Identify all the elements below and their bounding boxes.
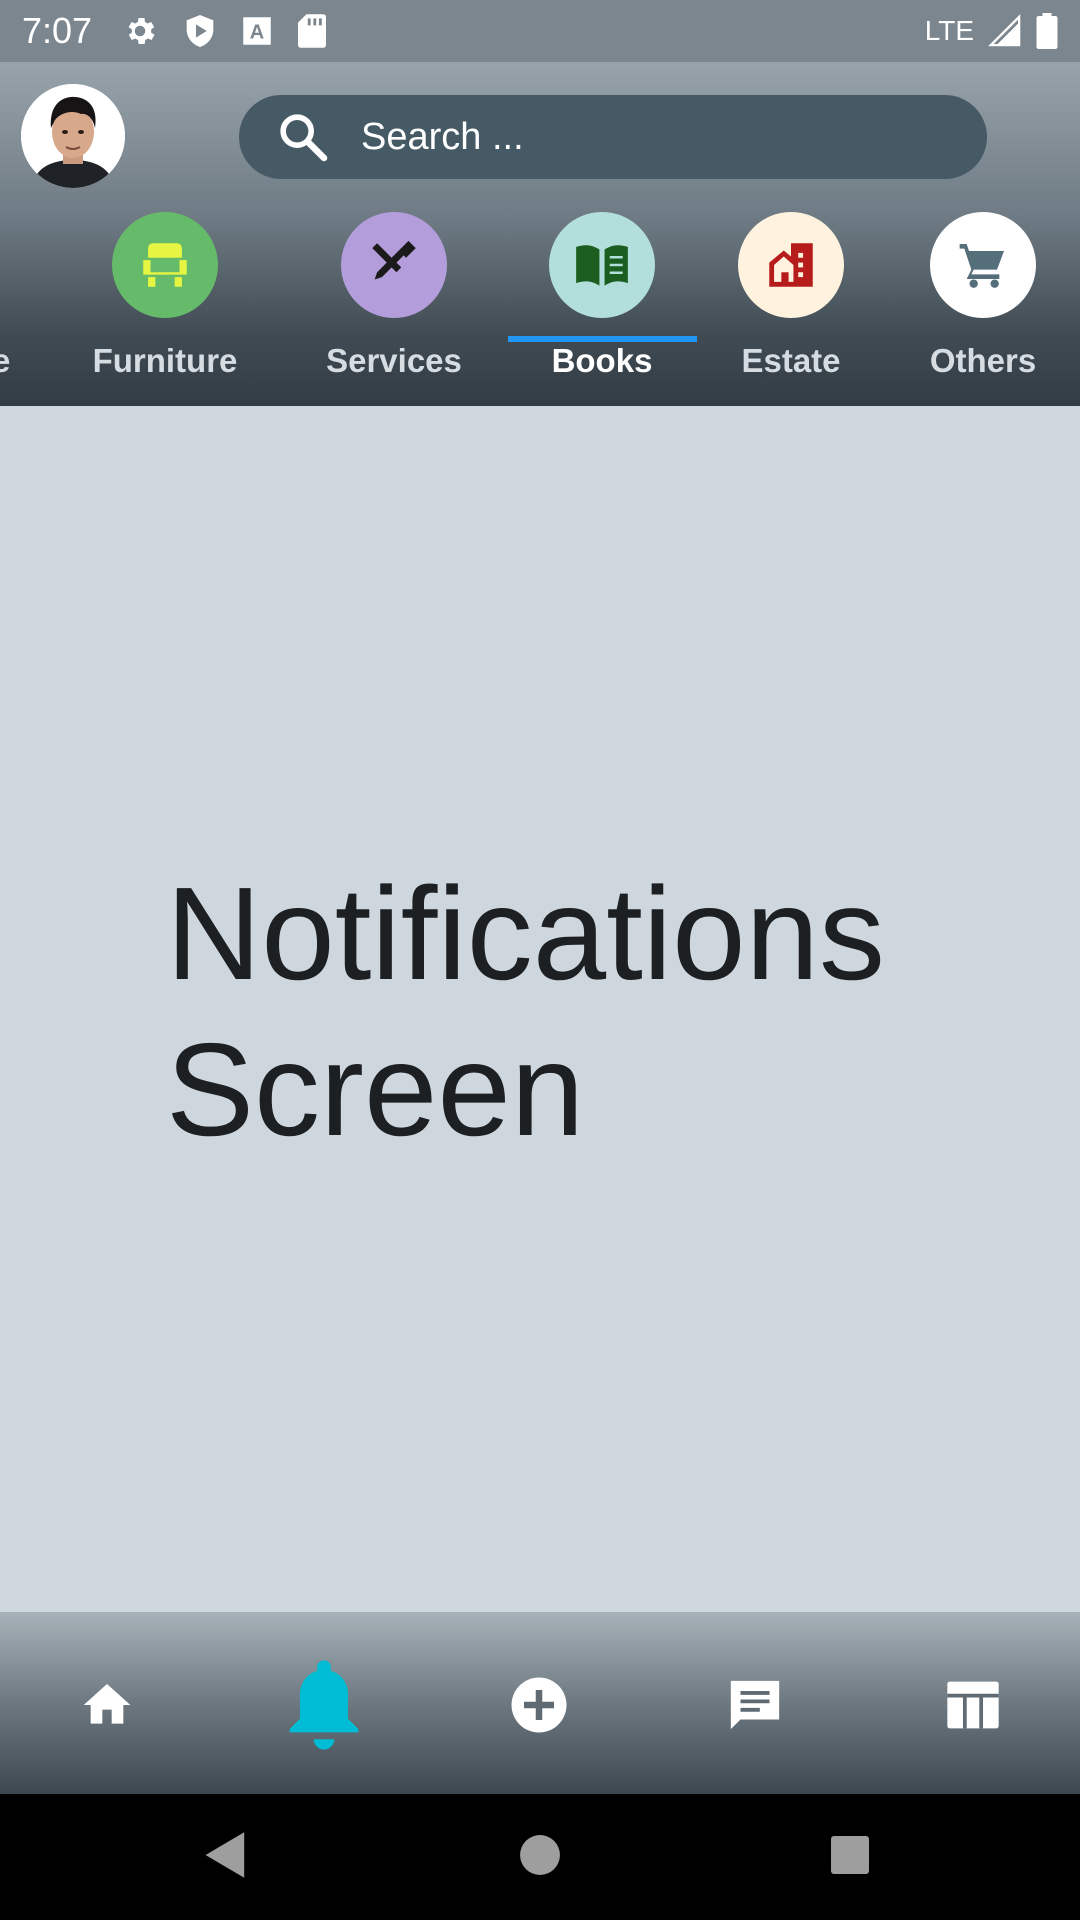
tab-services[interactable]: Services bbox=[299, 212, 489, 406]
main-content: Notifications Screen bbox=[0, 406, 1080, 1612]
back-icon bbox=[203, 1830, 249, 1885]
avatar[interactable] bbox=[21, 84, 125, 188]
tab-label: Others bbox=[929, 342, 1037, 379]
tab-label: Estate bbox=[741, 342, 841, 379]
system-navigation bbox=[0, 1794, 1080, 1920]
tab-label: Furniture bbox=[92, 342, 238, 379]
tab-books[interactable]: Books bbox=[507, 212, 697, 406]
recents-icon bbox=[830, 1835, 870, 1880]
search-icon bbox=[275, 109, 331, 165]
home-icon bbox=[79, 1677, 135, 1738]
add-circle-icon bbox=[509, 1675, 569, 1740]
cart-icon bbox=[930, 212, 1036, 318]
nav-notifications[interactable] bbox=[269, 1652, 379, 1762]
page-title: Notifications Screen bbox=[166, 860, 885, 1163]
battery-icon bbox=[1036, 13, 1058, 49]
nav-messages[interactable] bbox=[700, 1652, 810, 1762]
tab-label: Services bbox=[326, 342, 462, 379]
tools-icon bbox=[341, 212, 447, 318]
app-header: e Furniture Services Books Estate bbox=[0, 62, 1080, 406]
chat-icon bbox=[726, 1676, 784, 1739]
tab-label: Books bbox=[551, 342, 653, 379]
tab-furniture[interactable]: Furniture bbox=[70, 212, 260, 406]
status-time: 7:07 bbox=[22, 10, 93, 51]
table-icon bbox=[945, 1677, 1001, 1738]
svg-text:A: A bbox=[250, 22, 264, 44]
status-icons-right: LTE bbox=[925, 13, 1058, 49]
status-icons-left: A bbox=[122, 13, 327, 49]
book-icon bbox=[549, 212, 655, 318]
nav-table[interactable] bbox=[918, 1652, 1028, 1762]
active-tab-indicator bbox=[508, 336, 697, 342]
home-button-icon bbox=[519, 1834, 561, 1881]
signal-icon bbox=[988, 14, 1022, 48]
tab-others[interactable]: Others bbox=[888, 212, 1078, 406]
category-tabs: e Furniture Services Books Estate Others bbox=[0, 212, 1080, 406]
network-type: LTE bbox=[924, 15, 974, 46]
status-bar: 7:07 A LTE bbox=[0, 0, 1080, 62]
search-bar[interactable] bbox=[239, 95, 987, 179]
nav-add[interactable] bbox=[484, 1652, 594, 1762]
bell-icon bbox=[282, 1657, 366, 1758]
nav-home[interactable] bbox=[52, 1652, 162, 1762]
category-partial-label[interactable]: e bbox=[0, 342, 10, 380]
sd-card-icon bbox=[298, 14, 327, 48]
search-input[interactable] bbox=[361, 115, 921, 159]
tab-estate[interactable]: Estate bbox=[696, 212, 886, 406]
back-button[interactable] bbox=[193, 1824, 259, 1890]
settings-icon bbox=[122, 13, 158, 49]
recents-button[interactable] bbox=[817, 1824, 883, 1890]
a-icon: A bbox=[242, 16, 272, 46]
shield-icon bbox=[184, 13, 216, 49]
bottom-navigation bbox=[0, 1612, 1080, 1794]
home-button[interactable] bbox=[507, 1824, 573, 1890]
house-icon bbox=[738, 212, 844, 318]
armchair-icon bbox=[112, 212, 218, 318]
